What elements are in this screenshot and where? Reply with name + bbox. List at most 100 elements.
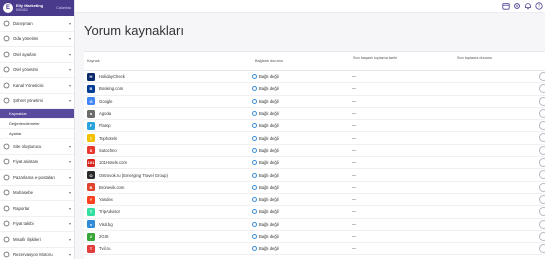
brand-header[interactable]: E Elly Marketing 500452 Colombia (0, 0, 74, 16)
sidebar-item[interactable]: Rezervasyon Motoru ▾ (0, 248, 74, 259)
source-cell: T TripAdvisor (84, 207, 252, 216)
disconnected-icon (252, 74, 257, 80)
chevron-down-icon: ▾ (68, 51, 71, 57)
row-action-button[interactable] (539, 84, 545, 94)
row-action-button[interactable] (539, 244, 545, 254)
sidebar-item-label: Pazarlama e-postaları (13, 174, 56, 180)
sidebar-item[interactable]: Şöhret yönetimi ▾ (0, 94, 74, 109)
table-row[interactable]: B Bronevik.com Bağlı değil — (84, 182, 545, 194)
sidebar-item[interactable]: Raporlar ▾ (0, 201, 74, 217)
last-success-cell: — (352, 123, 357, 129)
source-logo-icon: T (87, 134, 95, 143)
row-action-button[interactable] (539, 194, 545, 204)
row-action-button[interactable] (539, 133, 545, 143)
status-cell: Bağlı değil (252, 147, 350, 153)
status-cell: Bağlı değil (252, 111, 350, 117)
status-cell: Bağlı değil (252, 184, 350, 190)
sidebar-item[interactable]: Otel yönetimi ▾ (0, 63, 74, 78)
row-action-button[interactable] (539, 182, 545, 192)
disconnected-icon (252, 246, 257, 252)
table-row[interactable]: O Ostrovok.ru (Emerging Travel Group) Bağl… (84, 169, 545, 182)
sidebar-item-label: Muhasebe (13, 190, 34, 196)
table-row[interactable]: 2 2GIS Bağlı değil — (84, 231, 545, 244)
table-row[interactable]: v Visit.bg Bağlı değil — (84, 219, 545, 231)
table-row[interactable]: T TripAdvisor Bağlı değil — (84, 206, 545, 219)
last-success-cell: — (352, 98, 357, 104)
sidebar-item[interactable]: Muhasebe ▾ (0, 186, 74, 201)
row-action-button[interactable] (539, 158, 545, 168)
sidebar: E Elly Marketing 500452 Colombia Danışma… (0, 0, 75, 259)
last-success-cell: — (352, 234, 357, 239)
table-row[interactable]: B Booking.com Bağlı değil — (84, 83, 545, 96)
status-cell: Bağlı değil (252, 98, 350, 104)
table-row[interactable]: F Flamp Bağlı değil — (84, 120, 545, 133)
table-row[interactable]: G Google Bağlı değil — (84, 96, 545, 108)
status-text: Bağlı değil (259, 221, 279, 227)
source-cell: a Agoda (84, 109, 252, 118)
table-row[interactable]: S Sutochno Bağlı değil — (84, 145, 545, 158)
sidebar-item[interactable]: Fiyat asistanı ▾ (0, 155, 74, 170)
sidebar-subitem[interactable]: Kaynaklar (0, 109, 74, 119)
status-cell: Bağlı değil (252, 197, 350, 203)
sidebar-item-label: Fiyat takibi (13, 221, 34, 227)
source-name: Agoda (99, 111, 112, 117)
status-text: Bağlı değil (259, 160, 279, 166)
table-row[interactable]: Y Yandex Bağlı değil — (84, 194, 545, 207)
chevron-down-icon: ▾ (68, 252, 71, 258)
row-action-button[interactable] (539, 207, 545, 217)
sidebar-item[interactable]: Fiyat takibi ▾ (0, 217, 74, 232)
sidebar-item-label: Otel yönetimi (13, 67, 39, 73)
sidebar-item-label: Danışman (13, 20, 33, 26)
row-action-button[interactable] (539, 121, 545, 131)
source-logo-icon: T (87, 207, 95, 216)
chevron-down-icon: ▾ (68, 159, 71, 165)
row-action-button[interactable] (539, 108, 545, 118)
brand-logo: E (3, 3, 13, 13)
people-icon (3, 236, 10, 243)
sidebar-item[interactable]: Misafir ilişkileri ▾ (0, 232, 74, 248)
disconnected-icon (252, 111, 257, 117)
row-action-button[interactable] (539, 170, 545, 180)
hotel-icon (3, 51, 10, 58)
sidebar-item[interactable]: Kanal Yöneticisi ▾ (0, 78, 74, 94)
sidebar-item[interactable]: Danışman ▾ (0, 16, 74, 32)
row-action-button[interactable] (539, 219, 545, 229)
bell-icon[interactable] (524, 2, 532, 10)
table-row[interactable]: 101 101Hotels.com Bağlı değil — (84, 157, 545, 170)
last-success-cell: — (352, 197, 357, 203)
source-logo-icon: 101 (87, 158, 95, 167)
source-logo-icon: B (87, 183, 95, 192)
sidebar-subitem[interactable]: Ayarlar (0, 129, 74, 139)
table-row[interactable]: T Tvil.ru Bağlı değil — (84, 243, 545, 256)
last-success-cell: — (352, 209, 357, 215)
status-cell: Bağlı değil (252, 135, 350, 141)
sidebar-item-label: Fiyat asistanı (13, 159, 39, 165)
sidebar-item[interactable]: Site oluşturucu ▾ (0, 139, 74, 155)
settings-icon[interactable] (513, 2, 521, 10)
row-action-button[interactable] (539, 145, 545, 155)
source-name: Visit.bg (99, 221, 113, 227)
status-text: Bağlı değil (259, 234, 279, 239)
sidebar-item[interactable]: Otel ayarları ▾ (0, 47, 74, 63)
status-cell: Bağlı değil (252, 234, 350, 239)
source-cell: 101 101Hotels.com (84, 158, 252, 167)
sidebar-item[interactable]: Oda yönetimi ▾ (0, 32, 74, 47)
source-name: HolidayCheck (99, 74, 125, 80)
calendar-icon[interactable] (502, 2, 510, 10)
table-row[interactable]: H HolidayCheck Bağlı değil — (84, 71, 545, 84)
disconnected-icon (252, 221, 257, 227)
row-action-button[interactable] (539, 231, 545, 241)
table-row[interactable]: T Tophotels Bağlı değil — (84, 132, 545, 145)
last-success-cell: — (352, 184, 357, 190)
last-success-cell: — (352, 135, 357, 141)
chevron-down-icon: ▾ (68, 36, 71, 42)
sidebar-subitem[interactable]: Değerlendirmeler (0, 119, 74, 129)
row-action-button[interactable] (539, 72, 545, 81)
sidebar-item[interactable]: Pazarlama e-postaları ▾ (0, 170, 74, 186)
last-success-cell: — (352, 246, 357, 252)
table-row[interactable]: a Agoda Bağlı değil — (84, 108, 545, 121)
source-cell: 2 2GIS (84, 232, 252, 241)
row-action-button[interactable] (539, 96, 545, 106)
help-icon[interactable]: ? (535, 2, 543, 10)
disconnected-icon (252, 147, 257, 153)
